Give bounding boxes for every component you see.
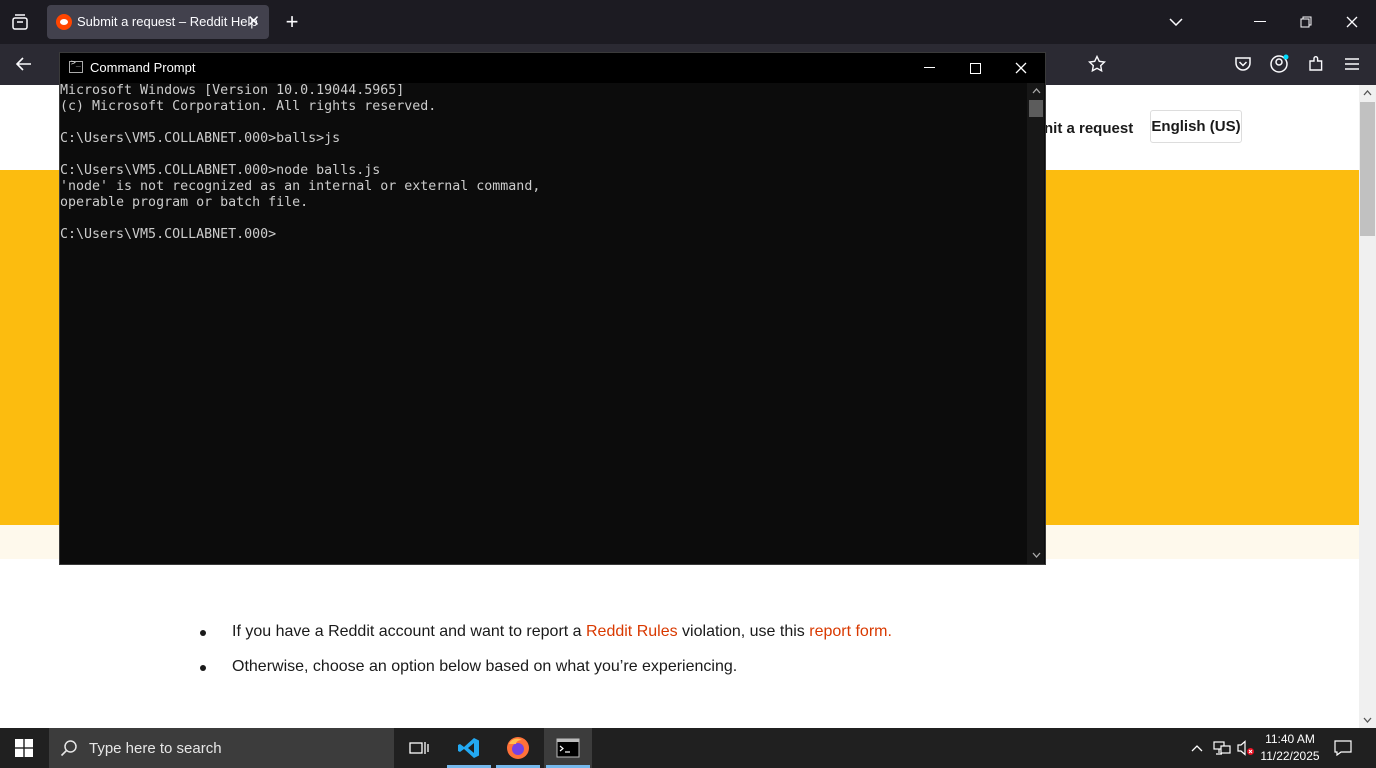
back-arrow-icon[interactable]: [12, 53, 36, 75]
command-prompt-window[interactable]: Command Prompt Microsoft Windows [Versio…: [60, 53, 1045, 564]
cmd-scrollbar-thumb[interactable]: [1029, 100, 1043, 117]
restore-icon[interactable]: [1294, 11, 1318, 33]
reddit-favicon-icon: [56, 14, 72, 30]
cmd-title-bar[interactable]: Command Prompt: [60, 53, 1045, 83]
extensions-icon[interactable]: [1304, 53, 1328, 75]
cmd-app-icon: [69, 58, 83, 73]
cmd-minimize-icon[interactable]: [915, 57, 943, 79]
list-item: Otherwise, choose an option below based …: [200, 655, 892, 690]
scroll-up-icon[interactable]: [1360, 86, 1375, 100]
start-button[interactable]: [0, 728, 48, 768]
cmd-scroll-down-icon[interactable]: [1029, 549, 1043, 561]
taskbar-command-prompt[interactable]: [544, 728, 592, 768]
taskbar-search-box[interactable]: Type here to search: [49, 728, 394, 768]
tab-overview-icon[interactable]: [8, 11, 32, 33]
bookmark-star-icon[interactable]: [1085, 53, 1109, 75]
submit-request-link[interactable]: nit a request: [1044, 120, 1133, 137]
browser-tab-strip: Submit a request – Reddit Help ✕ +: [0, 0, 1376, 44]
language-button[interactable]: English (US): [1150, 110, 1242, 143]
cmd-icon: [556, 738, 580, 758]
search-icon: [59, 738, 79, 758]
windows-logo-icon: [15, 739, 33, 757]
volume-muted-icon[interactable]: [1234, 738, 1258, 758]
task-view-icon: [409, 742, 429, 754]
account-icon[interactable]: [1267, 53, 1291, 75]
page-scrollbar-thumb[interactable]: [1360, 102, 1375, 236]
tab-reddit-help[interactable]: Submit a request – Reddit Help ✕: [47, 5, 269, 39]
vscode-icon: [458, 738, 479, 758]
report-form-link[interactable]: report form.: [809, 623, 892, 640]
show-hidden-icons-chevron-icon[interactable]: [1186, 738, 1208, 758]
menu-icon[interactable]: [1340, 53, 1364, 75]
cmd-close-icon[interactable]: [1007, 57, 1035, 79]
reddit-rules-link[interactable]: Reddit Rules: [586, 623, 678, 640]
clock-date: 11/22/2025: [1260, 749, 1320, 763]
task-view-button[interactable]: [395, 728, 443, 768]
close-window-icon[interactable]: [1340, 11, 1364, 33]
cmd-maximize-icon[interactable]: [961, 57, 989, 79]
network-icon[interactable]: [1210, 738, 1234, 758]
tab-close-icon[interactable]: ✕: [247, 12, 260, 30]
windows-taskbar: Type here to search 11:40 AM 11/22/2025: [0, 728, 1376, 768]
firefox-icon: [507, 737, 529, 759]
cmd-scrollbar[interactable]: [1027, 83, 1044, 564]
new-tab-button[interactable]: +: [280, 9, 304, 35]
cmd-scroll-up-icon[interactable]: [1029, 85, 1043, 97]
scroll-down-icon[interactable]: [1360, 713, 1375, 727]
cmd-output[interactable]: Microsoft Windows [Version 10.0.19044.59…: [60, 83, 540, 243]
list-item: If you have a Reddit account and want to…: [200, 620, 892, 655]
taskbar-firefox[interactable]: [494, 728, 542, 768]
tab-title: Submit a request – Reddit Help: [77, 14, 258, 29]
clock-time: 11:40 AM: [1265, 732, 1315, 746]
cmd-title: Command Prompt: [90, 60, 196, 75]
instructions-list: If you have a Reddit account and want to…: [200, 620, 892, 690]
pocket-icon[interactable]: [1231, 53, 1255, 75]
taskbar-clock[interactable]: 11:40 AM 11/22/2025: [1258, 731, 1322, 765]
notification-center-icon[interactable]: [1330, 737, 1356, 759]
search-placeholder: Type here to search: [89, 740, 222, 757]
chevron-down-icon[interactable]: [1164, 11, 1188, 33]
taskbar-vscode[interactable]: [445, 728, 493, 768]
minimize-icon[interactable]: [1248, 11, 1272, 33]
